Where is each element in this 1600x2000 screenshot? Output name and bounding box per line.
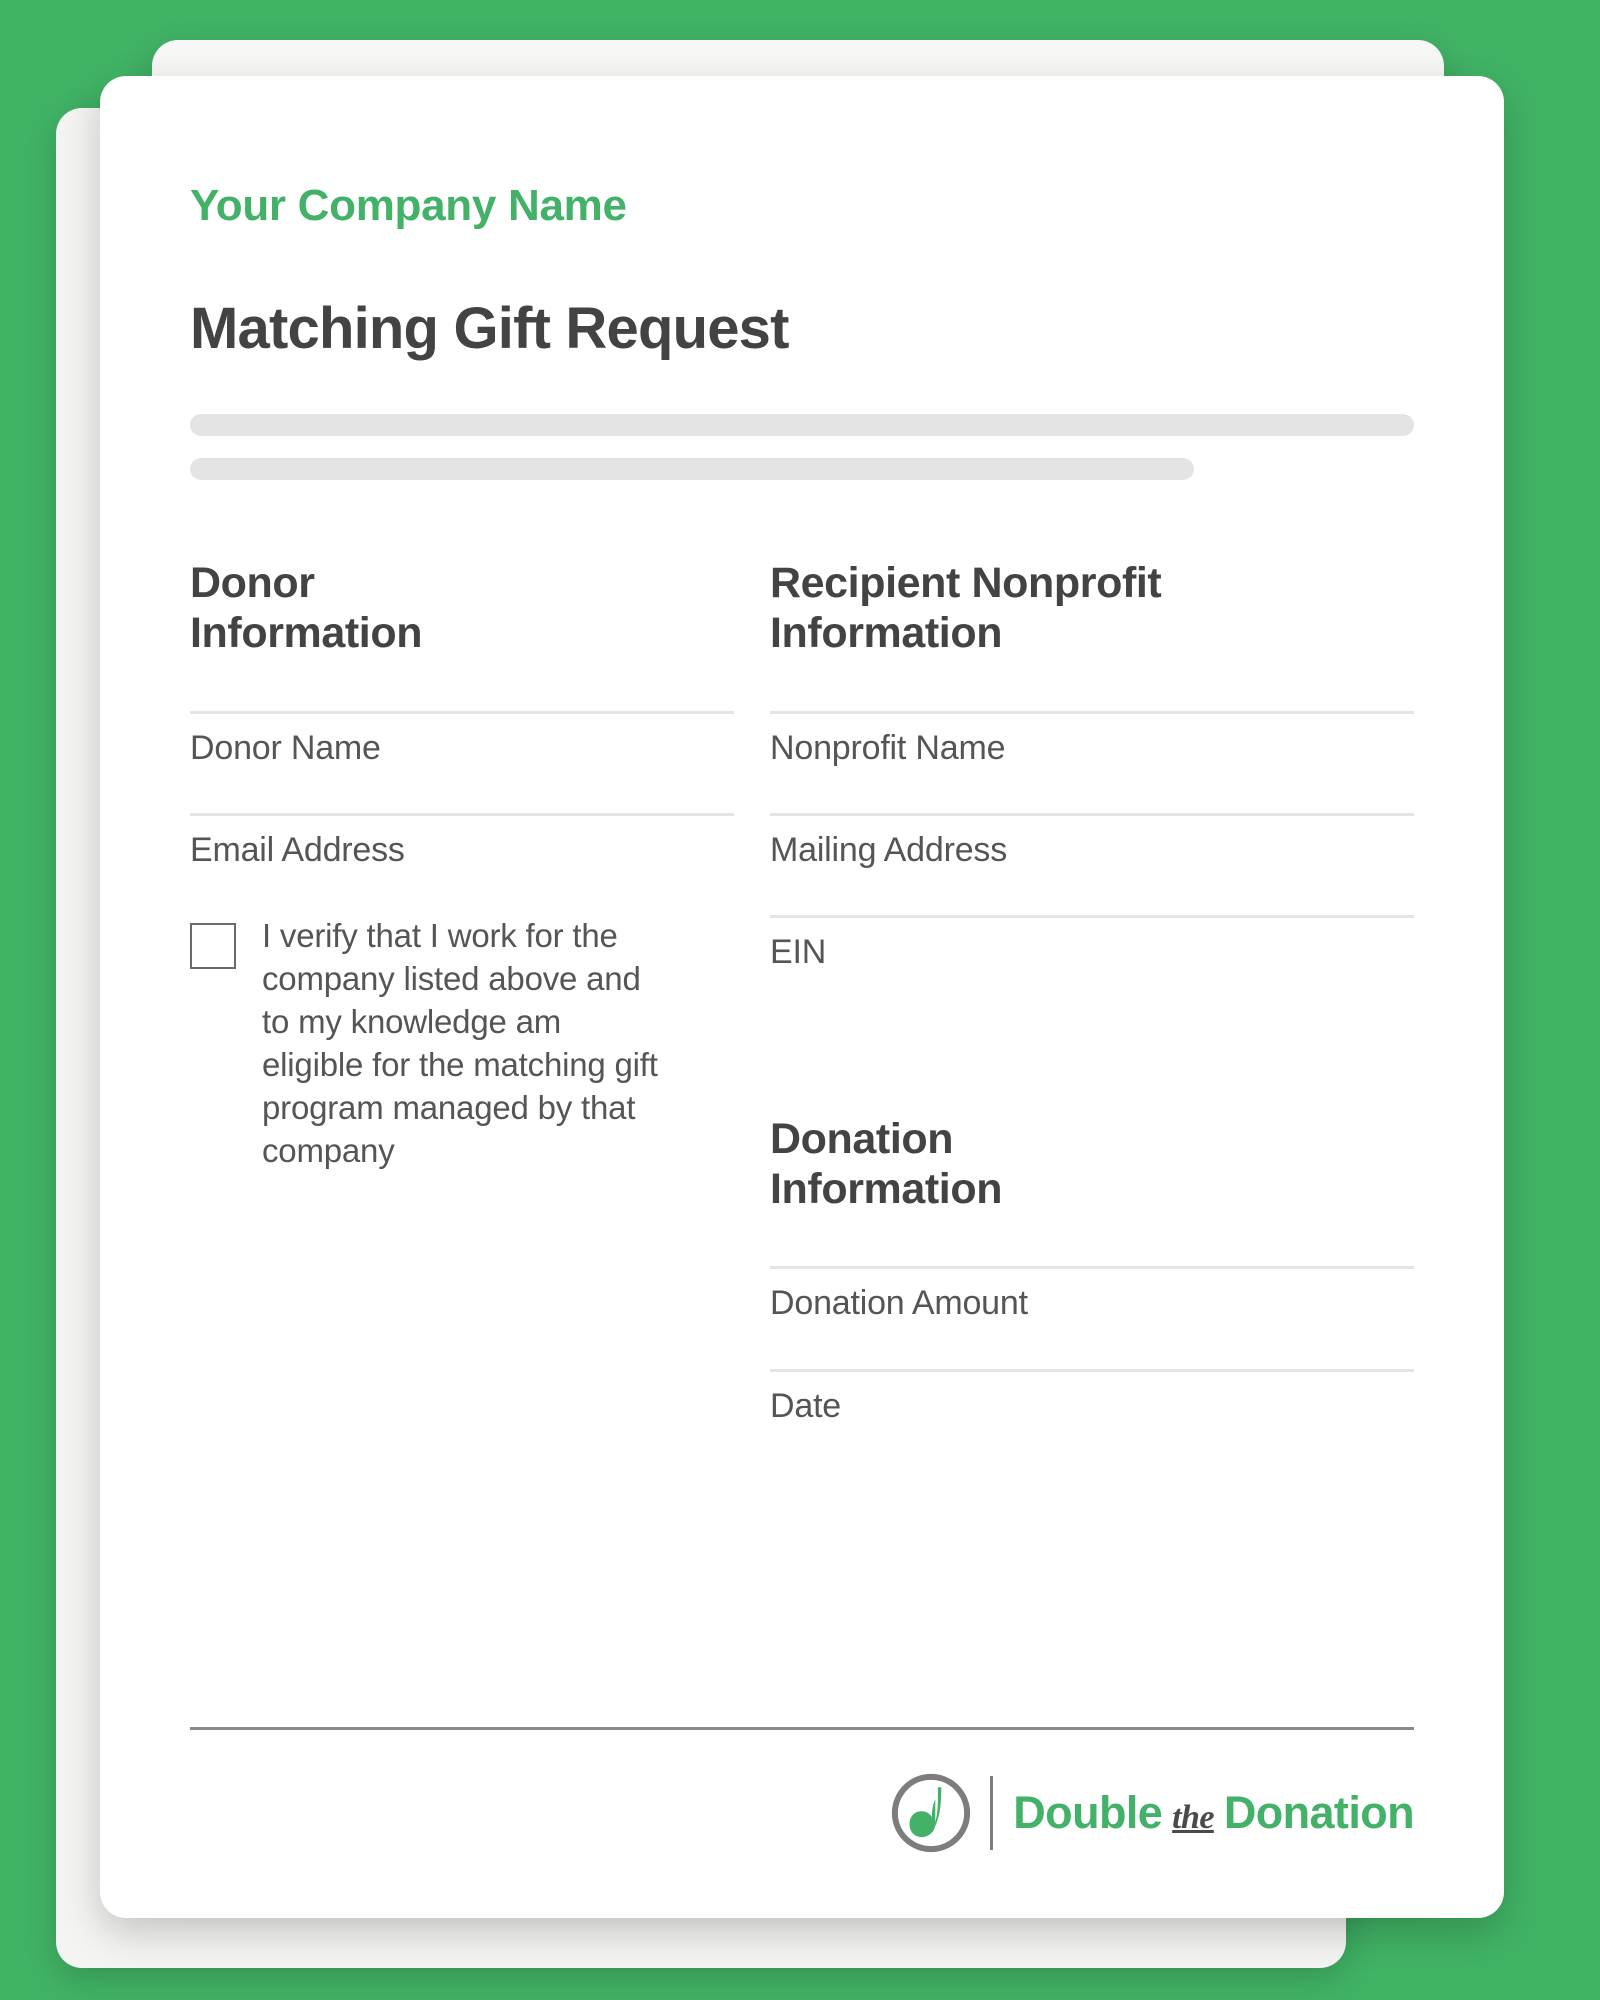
page-title: Matching Gift Request (190, 296, 789, 361)
verification-row[interactable]: I verify that I work for the company lis… (190, 915, 734, 1172)
field-label-donor-name: Donor Name (190, 728, 381, 767)
field-label-date: Date (770, 1386, 842, 1425)
logo-divider (990, 1776, 994, 1850)
donation-information-heading: Donation Information (770, 1114, 1003, 1214)
double-the-donation-logo-icon (892, 1773, 971, 1853)
field-label-mailing-address: Mailing Address (770, 830, 1008, 869)
field-email-address[interactable]: Email Address (190, 812, 734, 869)
placeholder-bar-long (190, 414, 1414, 436)
field-ein[interactable]: EIN (770, 915, 1414, 971)
placeholder-bar-short (190, 458, 1194, 480)
verification-text: I verify that I work for the company lis… (262, 917, 658, 1169)
logo-word-donation: Donation (1223, 1787, 1415, 1838)
donor-information-heading: Donor Information (190, 559, 423, 658)
field-mailing-address[interactable]: Mailing Address (770, 812, 1414, 869)
recipient-nonprofit-information-heading: Recipient Nonprofit Information (770, 559, 1162, 658)
field-date[interactable]: Date (770, 1368, 1414, 1425)
field-donation-amount[interactable]: Donation Amount (770, 1266, 1414, 1322)
verification-checkbox[interactable] (190, 923, 236, 970)
field-donor-name[interactable]: Donor Name (190, 710, 734, 767)
donor-information-column: Donor Information Donor Name Email Addre… (190, 558, 770, 1471)
form-footer: Double the Donation (190, 1727, 1415, 1856)
page-stage: Your Company Name Matching Gift Request … (0, 0, 1600, 2000)
logo-word-double: Double (1013, 1787, 1163, 1838)
form-columns: Donor Information Donor Name Email Addre… (190, 558, 1414, 1471)
logo-word-the: the (1172, 1799, 1214, 1836)
form-content: Your Company Name Matching Gift Request … (100, 76, 1504, 1918)
matching-gift-request-form-card: Your Company Name Matching Gift Request … (100, 76, 1504, 1918)
recipient-information-column: Recipient Nonprofit Information Nonprofi… (770, 558, 1414, 1471)
field-label-ein: EIN (770, 933, 827, 972)
footer-divider (190, 1727, 1414, 1730)
logo-wordmark: Double the Donation (1013, 1787, 1414, 1839)
field-label-email-address: Email Address (190, 830, 405, 869)
field-nonprofit-name[interactable]: Nonprofit Name (770, 710, 1414, 767)
double-the-donation-logo: Double the Donation (190, 1770, 1415, 1856)
field-label-nonprofit-name: Nonprofit Name (770, 728, 1006, 767)
company-name: Your Company Name (190, 181, 627, 230)
field-label-donation-amount: Donation Amount (770, 1284, 1028, 1323)
